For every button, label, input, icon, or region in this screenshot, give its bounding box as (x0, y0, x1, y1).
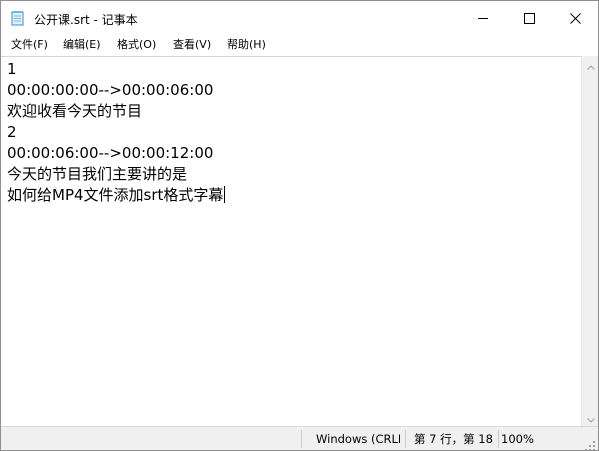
status-cursor-position: 第 7 行，第 18 列 (414, 432, 496, 446)
status-line-ending: Windows (CRLF) (316, 432, 400, 446)
text-line-last: 如何给MP4文件添加srt格式字幕 (7, 185, 226, 205)
status-zoom: 100% (501, 432, 534, 446)
maximize-icon (523, 12, 535, 24)
minimize-button[interactable] (460, 1, 506, 35)
chevron-down-icon (586, 408, 595, 427)
menu-bar: 文件(F) 编辑(E) 格式(O) 查看(V) 帮助(H) (1, 35, 598, 55)
scroll-up-button[interactable] (582, 55, 598, 74)
menu-edit[interactable]: 编辑(E) (63, 38, 101, 52)
menu-help[interactable]: 帮助(H) (227, 38, 266, 52)
status-divider (405, 430, 406, 448)
text-editor[interactable]: 1 00:00:00:00-->00:00:06:00 欢迎收看今天的节目 2 … (1, 56, 581, 427)
close-icon (569, 12, 581, 24)
menu-file[interactable]: 文件(F) (11, 38, 48, 52)
maximize-button[interactable] (506, 1, 552, 35)
text-line: 00:00:00:00-->00:00:06:00 (7, 81, 214, 99)
minimize-icon (477, 13, 489, 24)
text-line: 1 (7, 60, 17, 78)
menu-format[interactable]: 格式(O) (117, 38, 156, 52)
notepad-icon (10, 10, 26, 26)
menu-view[interactable]: 查看(V) (173, 38, 211, 52)
text-line: 今天的节目我们主要讲的是 (7, 165, 188, 183)
text-line: 欢迎收看今天的节目 (7, 102, 143, 120)
resize-grip-icon[interactable] (584, 437, 596, 450)
window-title: 公开课.srt - 记事本 (34, 13, 138, 27)
notepad-window: 公开课.srt - 记事本 文件(F) 编辑(E) 格式(O) 查看(V) 帮助… (0, 0, 599, 451)
text-line: 2 (7, 123, 17, 141)
text-line: 00:00:06:00-->00:00:12:00 (7, 144, 214, 162)
text-caret (224, 186, 226, 203)
vertical-scrollbar[interactable] (581, 55, 598, 427)
scroll-down-button[interactable] (582, 408, 598, 427)
status-divider (301, 430, 302, 448)
status-bar: Windows (CRLF) 第 7 行，第 18 列 100% (1, 426, 598, 450)
title-bar[interactable]: 公开课.srt - 记事本 (1, 1, 598, 35)
chevron-up-icon (586, 55, 595, 74)
text-line-content: 如何给MP4文件添加srt格式字幕 (7, 186, 224, 204)
status-divider (498, 430, 499, 448)
close-button[interactable] (552, 1, 598, 35)
